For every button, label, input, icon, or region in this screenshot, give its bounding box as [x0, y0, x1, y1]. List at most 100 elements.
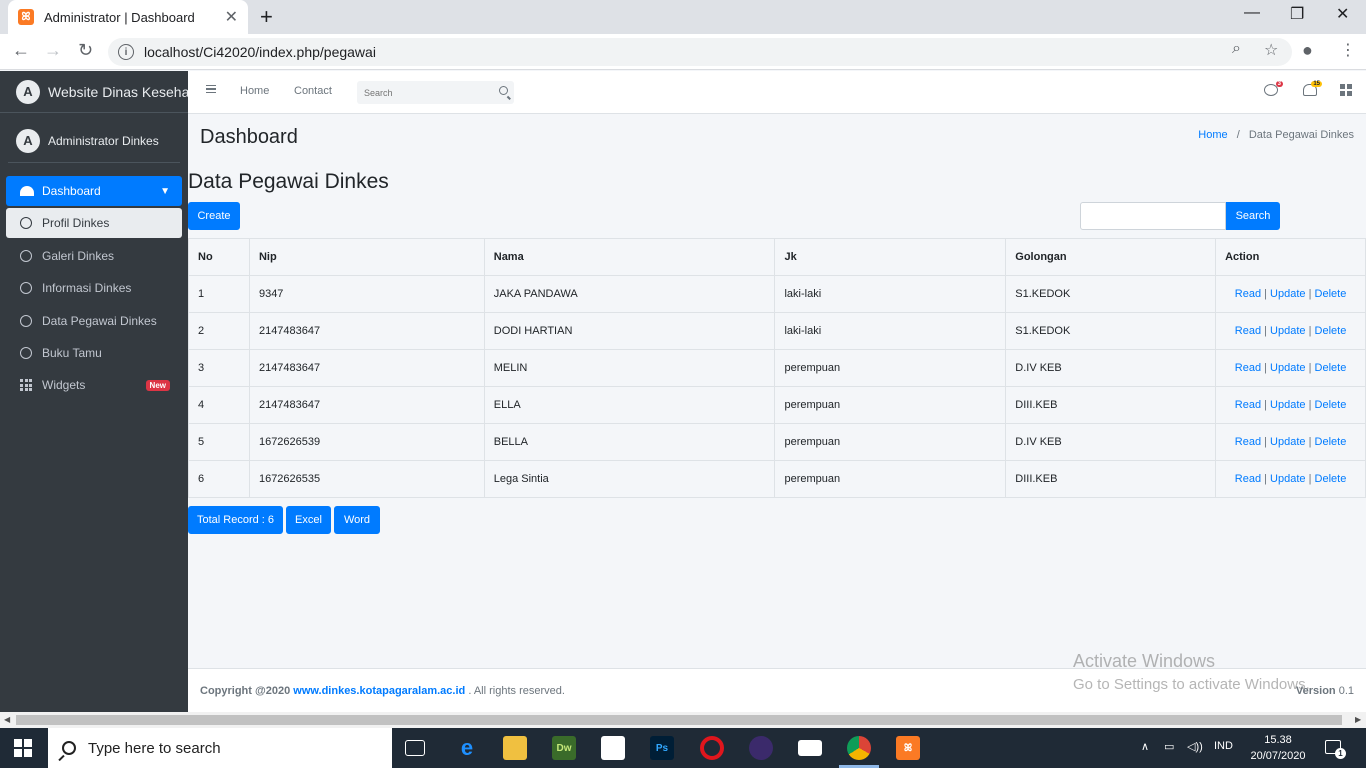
sidebar-item-buku-tamu[interactable]: Buku Tamu [6, 338, 182, 368]
delete-link[interactable]: Delete [1315, 362, 1347, 374]
update-link[interactable]: Update [1270, 473, 1305, 485]
task-view-icon[interactable] [405, 740, 425, 756]
profile-icon[interactable]: ● [1302, 40, 1313, 61]
update-link[interactable]: Update [1270, 399, 1305, 411]
chrome-icon[interactable] [847, 736, 871, 760]
col-header-nama: Nama [483, 238, 776, 276]
top-navbar: Home Contact 3 15 [188, 71, 1366, 114]
forward-icon[interactable]: → [44, 40, 62, 61]
maximize-icon[interactable]: ❐ [1290, 4, 1304, 24]
horizontal-scrollbar[interactable]: ◀ ▶ [0, 712, 1366, 728]
action-separator: | [1264, 399, 1267, 411]
sidebar-item-label: Data Pegawai Dinkes [42, 314, 157, 328]
edge-icon[interactable]: e [455, 735, 479, 760]
search-icon[interactable] [499, 86, 508, 95]
scroll-right-icon[interactable]: ▶ [1355, 715, 1361, 724]
scroll-left-icon[interactable]: ◀ [4, 715, 10, 724]
opera-icon[interactable] [700, 736, 724, 760]
sidebar-item-informasi-dinkes[interactable]: Informasi Dinkes [6, 273, 182, 303]
nav-home-link[interactable]: Home [240, 85, 269, 97]
create-button[interactable]: Create [188, 202, 240, 230]
action-center-icon[interactable]: 1 [1325, 740, 1346, 759]
col-header-golongan: Golongan [1005, 238, 1217, 276]
apps-grid-icon[interactable] [1340, 84, 1352, 96]
read-link[interactable]: Read [1235, 436, 1261, 448]
address-bar[interactable]: i localhost/Ci42020/index.php/pegawai [108, 38, 1292, 66]
network-icon[interactable]: ▭ [1164, 740, 1174, 753]
cell-jk: perempuan [774, 423, 1007, 461]
action-separator: | [1264, 436, 1267, 448]
scrollbar-thumb[interactable] [16, 715, 1342, 725]
copyright-text: Copyright @2020 [200, 685, 291, 697]
cell-no: 6 [188, 460, 250, 498]
word-button[interactable]: Word [334, 506, 380, 534]
volume-icon[interactable]: ◁)) [1187, 740, 1203, 753]
dreamweaver-icon[interactable]: Dw [552, 736, 576, 760]
reload-icon[interactable]: ↻ [78, 40, 93, 61]
delete-link[interactable]: Delete [1315, 399, 1347, 411]
read-link[interactable]: Read [1235, 473, 1261, 485]
action-separator: | [1264, 362, 1267, 374]
file-explorer-icon[interactable] [503, 736, 527, 760]
eclipse-icon[interactable] [749, 736, 773, 760]
update-link[interactable]: Update [1270, 436, 1305, 448]
search-button[interactable]: Search [1226, 202, 1280, 230]
sidebar-item-label: Informasi Dinkes [42, 281, 132, 295]
mail-icon[interactable] [798, 740, 822, 756]
cell-action: Read | Update | Delete [1215, 349, 1366, 387]
comments-icon[interactable]: 3 [1264, 81, 1283, 96]
cell-golongan: DIII.KEB [1005, 386, 1217, 424]
cell-nama: ELLA [483, 386, 776, 424]
delete-link[interactable]: Delete [1315, 473, 1347, 485]
delete-link[interactable]: Delete [1315, 436, 1347, 448]
hamburger-icon[interactable] [206, 85, 216, 93]
new-tab-icon[interactable]: + [260, 4, 273, 30]
sidebar-item-dashboard[interactable]: Dashboard ▼ [6, 176, 182, 206]
brand-link[interactable]: A Website Dinas Kesehatan [0, 71, 188, 113]
browser-tab[interactable]: ꕤ Administrator | Dashboard ✕ [8, 0, 248, 34]
table-row: 5 1672626539 BELLA perempuan D.IV KEB Re… [188, 423, 1366, 461]
read-link[interactable]: Read [1235, 362, 1261, 374]
language-indicator[interactable]: IND [1214, 740, 1233, 752]
user-panel[interactable]: A Administrator Dinkes [8, 119, 180, 163]
zoom-icon[interactable]: ⌕ [1232, 40, 1241, 58]
read-link[interactable]: Read [1235, 399, 1261, 411]
tray-chevron-up-icon[interactable]: ∧ [1141, 740, 1149, 753]
menu-dots-icon[interactable]: ⋮ [1340, 40, 1356, 60]
sidebar-item-profil-dinkes[interactable]: Profil Dinkes [6, 208, 182, 238]
update-link[interactable]: Update [1270, 362, 1305, 374]
read-link[interactable]: Read [1235, 288, 1261, 300]
excel-button[interactable]: Excel [286, 506, 331, 534]
sidebar-item-galeri-dinkes[interactable]: Galeri Dinkes [6, 241, 182, 271]
update-link[interactable]: Update [1270, 288, 1305, 300]
minimize-icon[interactable]: — [1244, 4, 1260, 22]
delete-link[interactable]: Delete [1315, 288, 1347, 300]
sidebar-item-data-pegawai[interactable]: Data Pegawai Dinkes [6, 306, 182, 336]
table-search-input[interactable] [1080, 202, 1226, 230]
circle-icon [20, 347, 32, 359]
tab-close-icon[interactable]: ✕ [225, 7, 238, 27]
window-close-icon[interactable]: ✕ [1336, 4, 1349, 24]
breadcrumb-home-link[interactable]: Home [1198, 129, 1227, 141]
windows-start-icon[interactable] [14, 739, 32, 757]
bookmark-star-icon[interactable]: ☆ [1264, 40, 1278, 60]
cell-jk: laki-laki [774, 275, 1007, 313]
store-icon[interactable] [601, 736, 625, 760]
nav-contact-link[interactable]: Contact [294, 85, 332, 97]
taskbar-clock[interactable]: 15.38 20/07/2020 [1250, 732, 1306, 764]
total-record-button[interactable]: Total Record : 6 [188, 506, 283, 534]
bell-icon[interactable]: 15 [1303, 81, 1322, 96]
footer-site-link[interactable]: www.dinkes.kotapagaralam.ac.id [293, 685, 465, 697]
delete-link[interactable]: Delete [1315, 325, 1347, 337]
tachometer-icon [20, 186, 34, 196]
navbar-search-input[interactable] [364, 87, 494, 98]
xampp-icon[interactable]: ꕤ [896, 736, 920, 760]
read-link[interactable]: Read [1235, 325, 1261, 337]
photoshop-icon[interactable]: Ps [650, 736, 674, 760]
navbar-search [357, 81, 514, 104]
taskbar-search[interactable]: Type here to search [48, 728, 392, 768]
site-info-icon[interactable]: i [118, 44, 134, 60]
back-icon[interactable]: ← [12, 40, 30, 61]
update-link[interactable]: Update [1270, 325, 1305, 337]
sidebar-item-widgets[interactable]: Widgets New [6, 370, 182, 400]
